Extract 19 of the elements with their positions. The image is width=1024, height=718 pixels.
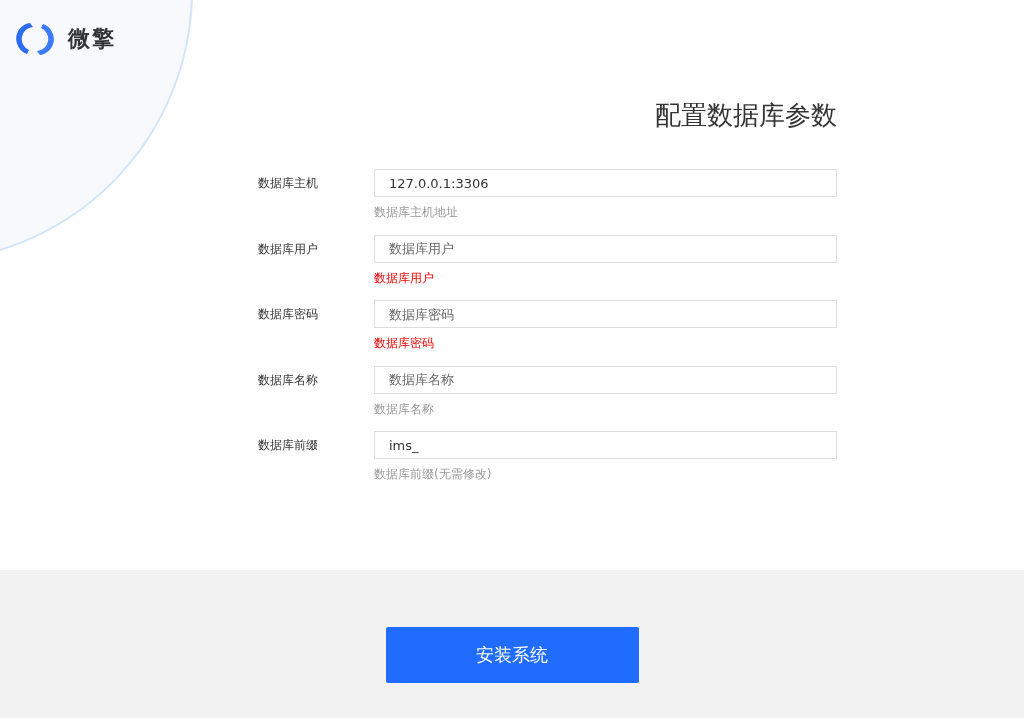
field-label: 数据库前缀 xyxy=(258,437,319,454)
input-field[interactable]: 数据库用户 xyxy=(374,234,837,263)
field-label: 数据库密码 xyxy=(258,306,319,323)
page-title: 配置数据库参数 xyxy=(655,99,837,132)
field-hint: 数据库前缀(无需修改) xyxy=(374,467,493,481)
field-hint: 数据库密码 xyxy=(374,336,435,350)
logo-icon xyxy=(16,20,54,58)
install-button[interactable]: 安装系统 xyxy=(385,627,639,683)
field-hint: 数据库用户 xyxy=(374,270,435,285)
input-field[interactable]: 数据库密码 xyxy=(374,300,837,328)
field-label: 数据库用户 xyxy=(258,240,319,258)
brand-name: 微擎 xyxy=(68,25,116,53)
field-label: 数据库名称 xyxy=(258,371,319,389)
field-hint: 数据库名称 xyxy=(374,401,435,416)
field-label: 数据库主机 xyxy=(258,175,319,192)
input-field[interactable]: ims_ xyxy=(374,431,837,459)
input-field[interactable]: 127.0.0.1:3306 xyxy=(374,169,837,197)
field-hint: 数据库主机地址 xyxy=(374,205,459,219)
input-field[interactable]: 数据库名称 xyxy=(374,365,837,394)
